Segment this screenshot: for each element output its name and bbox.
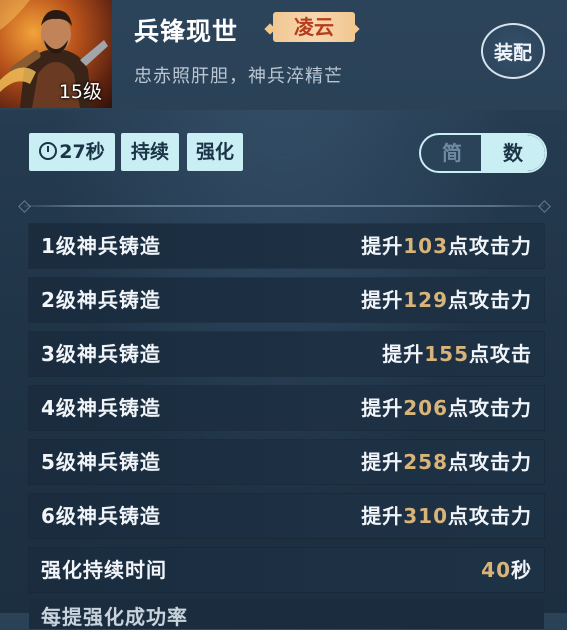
stat-row-value: 提升129点攻击力	[361, 288, 532, 312]
stat-row-value: 40秒	[481, 558, 532, 582]
toggle-number-option[interactable]: 数	[481, 135, 545, 171]
stat-row-label: 强化持续时间	[41, 558, 167, 582]
stat-row: 4级神兵铸造 提升206点攻击力	[29, 386, 544, 430]
stat-row: 3级神兵铸造 提升155点攻击	[29, 332, 544, 376]
stat-row-label: 3级神兵铸造	[41, 342, 161, 366]
stat-row-label: 4级神兵铸造	[41, 396, 161, 420]
hero-portrait[interactable]: 15级	[0, 0, 112, 108]
stat-row-label: 每提强化成功率	[41, 605, 188, 629]
stat-row-value: 提升310点攻击力	[361, 504, 532, 528]
stat-row-value: 提升103点攻击力	[361, 234, 532, 258]
stat-row: 强化持续时间 40秒	[29, 548, 544, 592]
toggle-simple-option[interactable]: 简	[421, 135, 483, 171]
stat-row-label: 1级神兵铸造	[41, 234, 161, 258]
stat-row: 2级神兵铸造 提升129点攻击力	[29, 278, 544, 322]
stat-row-label: 6级神兵铸造	[41, 504, 161, 528]
stat-row: 1级神兵铸造 提升103点攻击力	[29, 224, 544, 268]
cooldown-tag: 27秒	[29, 133, 115, 171]
skill-title: 兵锋现世	[134, 17, 239, 46]
stat-row-partial: 每提强化成功率	[29, 599, 544, 629]
stat-row-value: 提升258点攻击力	[361, 450, 532, 474]
stat-row-value: 提升155点攻击	[382, 342, 532, 366]
rank-badge: 凌云	[273, 12, 355, 42]
skill-description: 忠赤照肝胆，神兵淬精芒	[134, 66, 343, 87]
duration-tag: 持续	[121, 133, 179, 171]
equip-button[interactable]: 装配	[481, 23, 545, 79]
stat-row-value: 提升206点攻击力	[361, 396, 532, 420]
section-divider	[24, 205, 544, 207]
skill-header: 15级 兵锋现世 凌云 忠赤照肝胆，神兵淬精芒 装配	[0, 0, 567, 110]
stat-row-label: 2级神兵铸造	[41, 288, 161, 312]
clock-icon	[39, 142, 58, 160]
divider-ornament-icon	[538, 200, 551, 213]
stat-row: 6级神兵铸造 提升310点攻击力	[29, 494, 544, 538]
hero-level: 15级	[58, 81, 102, 103]
enhance-tag: 强化	[187, 133, 243, 171]
stat-row-label: 5级神兵铸造	[41, 450, 161, 474]
stat-row: 5级神兵铸造 提升258点攻击力	[29, 440, 544, 484]
cooldown-value: 27秒	[59, 141, 105, 163]
simple-number-toggle[interactable]: 简 数	[419, 133, 547, 173]
